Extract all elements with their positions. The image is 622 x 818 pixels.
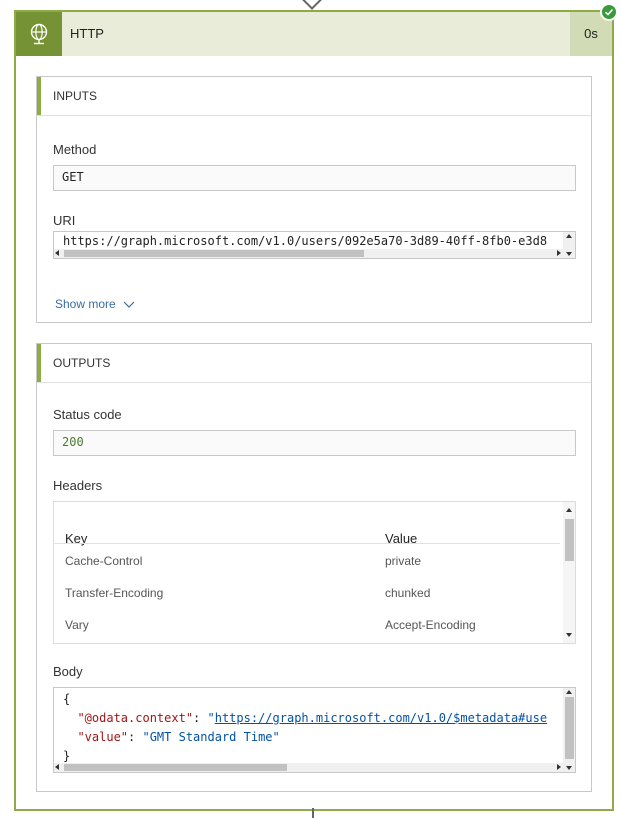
uri-value: https://graph.microsoft.com/v1.0/users/0… <box>63 234 548 248</box>
uri-field[interactable]: https://graph.microsoft.com/v1.0/users/0… <box>53 231 576 259</box>
scroll-left-icon[interactable] <box>55 764 59 770</box>
scroll-right-icon[interactable] <box>557 250 561 256</box>
method-field[interactable]: GET <box>53 165 576 191</box>
table-row: Vary Accept-Encoding <box>54 618 560 638</box>
body-field[interactable]: { "@odata.context": "https://graph.micro… <box>53 687 576 773</box>
chevron-down-icon <box>123 301 135 308</box>
headers-vertical-scrollbar[interactable] <box>563 502 575 643</box>
scroll-up-icon[interactable] <box>566 690 572 694</box>
inputs-section: INPUTS Method GET URI https://graph.micr… <box>36 76 592 323</box>
headers-label: Headers <box>53 478 103 493</box>
json-context-link[interactable]: https://graph.microsoft.com/v1.0/$metada… <box>215 711 547 725</box>
http-action-card: HTTP 0s INPUTS Method GET URI https://gr… <box>14 10 614 811</box>
scroll-left-icon[interactable] <box>55 250 59 256</box>
check-icon <box>604 8 614 16</box>
json-close-brace: } <box>63 749 71 763</box>
header-key: Cache-Control <box>65 554 143 568</box>
success-badge <box>600 3 618 21</box>
scroll-down-icon[interactable] <box>566 252 572 256</box>
body-horizontal-scrollbar[interactable] <box>54 763 563 772</box>
json-quote: " <box>207 711 215 725</box>
uri-horizontal-scrollbar[interactable] <box>54 249 563 258</box>
table-row: Transfer-Encoding chunked <box>54 586 560 606</box>
body-scroll-thumb-vertical[interactable] <box>565 697 574 759</box>
connector-line-bottom <box>312 808 314 818</box>
json-colon: : <box>128 730 143 744</box>
card-header[interactable]: HTTP 0s <box>16 12 612 56</box>
show-more-label: Show more <box>55 297 116 311</box>
header-value: Accept-Encoding <box>385 618 476 632</box>
headers-table[interactable]: Key Value Cache-Control private Transfer… <box>53 501 576 644</box>
body-label: Body <box>53 664 83 679</box>
scroll-down-icon[interactable] <box>566 766 572 770</box>
uri-scroll-thumb[interactable] <box>64 250 364 257</box>
json-colon: : <box>193 711 208 725</box>
json-string-value: "GMT Standard Time" <box>142 730 280 744</box>
uri-vertical-scrollbar[interactable] <box>563 232 575 258</box>
outputs-section-title: OUTPUTS <box>53 356 111 370</box>
json-open-brace: { <box>63 692 71 706</box>
scroll-up-icon[interactable] <box>566 234 572 238</box>
scroll-right-icon[interactable] <box>557 764 561 770</box>
body-code: { "@odata.context": "https://graph.micro… <box>63 690 547 766</box>
uri-label: URI <box>53 213 76 228</box>
json-key: "value" <box>77 730 129 744</box>
header-icon-box <box>16 12 62 56</box>
scroll-down-icon[interactable] <box>566 633 572 637</box>
header-key: Vary <box>65 618 89 632</box>
outputs-section: OUTPUTS Status code 200 Headers Key Valu… <box>36 343 592 792</box>
header-key: Transfer-Encoding <box>65 586 164 600</box>
connector-arrow-top <box>302 0 322 10</box>
globe-icon <box>30 23 48 45</box>
show-more-link[interactable]: Show more <box>55 297 135 311</box>
status-code-field[interactable]: 200 <box>53 430 576 456</box>
json-key: "@odata.context" <box>77 711 194 725</box>
outputs-section-header: OUTPUTS <box>37 344 591 383</box>
table-row: Cache-Control private <box>54 554 560 574</box>
inputs-section-header: INPUTS <box>37 77 591 116</box>
body-scroll-thumb[interactable] <box>64 764 287 771</box>
body-vertical-scrollbar[interactable] <box>563 688 575 772</box>
headers-divider <box>54 543 560 544</box>
header-value: private <box>385 554 422 568</box>
inputs-section-title: INPUTS <box>53 89 98 103</box>
card-title: HTTP <box>70 26 104 41</box>
status-code-label: Status code <box>53 407 122 422</box>
header-value: chunked <box>385 586 431 600</box>
headers-scroll-thumb[interactable] <box>565 519 574 561</box>
method-label: Method <box>53 142 97 157</box>
scroll-up-icon[interactable] <box>566 508 572 512</box>
